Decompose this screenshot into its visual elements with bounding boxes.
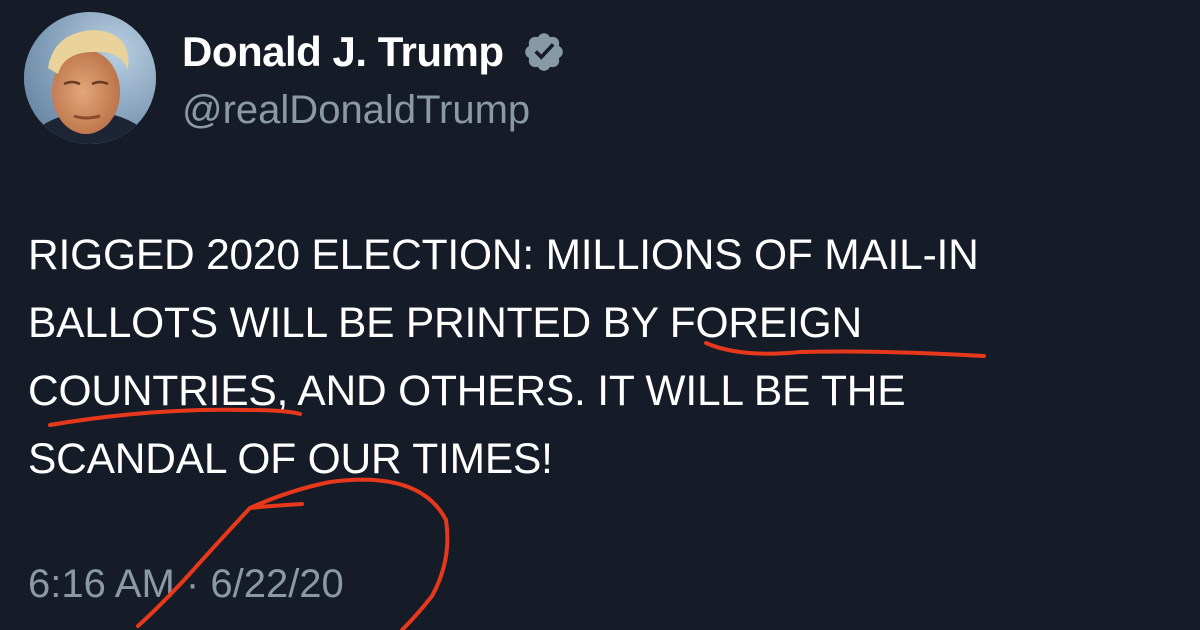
avatar[interactable] bbox=[24, 12, 156, 144]
tweet-text: RIGGED 2020 ELECTION: MILLIONS OF MAIL-I… bbox=[28, 222, 1178, 494]
tweet-text-line: BALLOTS WILL BE PRINTED BY FOREIGN bbox=[28, 300, 862, 347]
tweet-card: Donald J. Trump @realDonaldTrump RIGGED … bbox=[0, 0, 1200, 630]
user-handle[interactable]: @realDonaldTrump bbox=[182, 84, 530, 136]
profile-photo-icon bbox=[24, 12, 156, 144]
tweet-text-line: RIGGED 2020 ELECTION: MILLIONS OF MAIL-I… bbox=[28, 232, 979, 279]
tweet-timestamp[interactable]: 6:16 AM · 6/22/20 bbox=[28, 558, 344, 610]
tweet-text-line: COUNTRIES, AND OTHERS. IT WILL BE THE bbox=[28, 368, 906, 415]
display-name[interactable]: Donald J. Trump bbox=[182, 24, 504, 80]
verified-badge-icon bbox=[525, 33, 563, 71]
tweet-time: 6:16 AM bbox=[28, 562, 175, 606]
tweet-text-line: SCANDAL OF OUR TIMES! bbox=[28, 436, 553, 483]
tweet-date: 6/22/20 bbox=[210, 562, 344, 606]
meta-separator: · bbox=[185, 562, 200, 606]
